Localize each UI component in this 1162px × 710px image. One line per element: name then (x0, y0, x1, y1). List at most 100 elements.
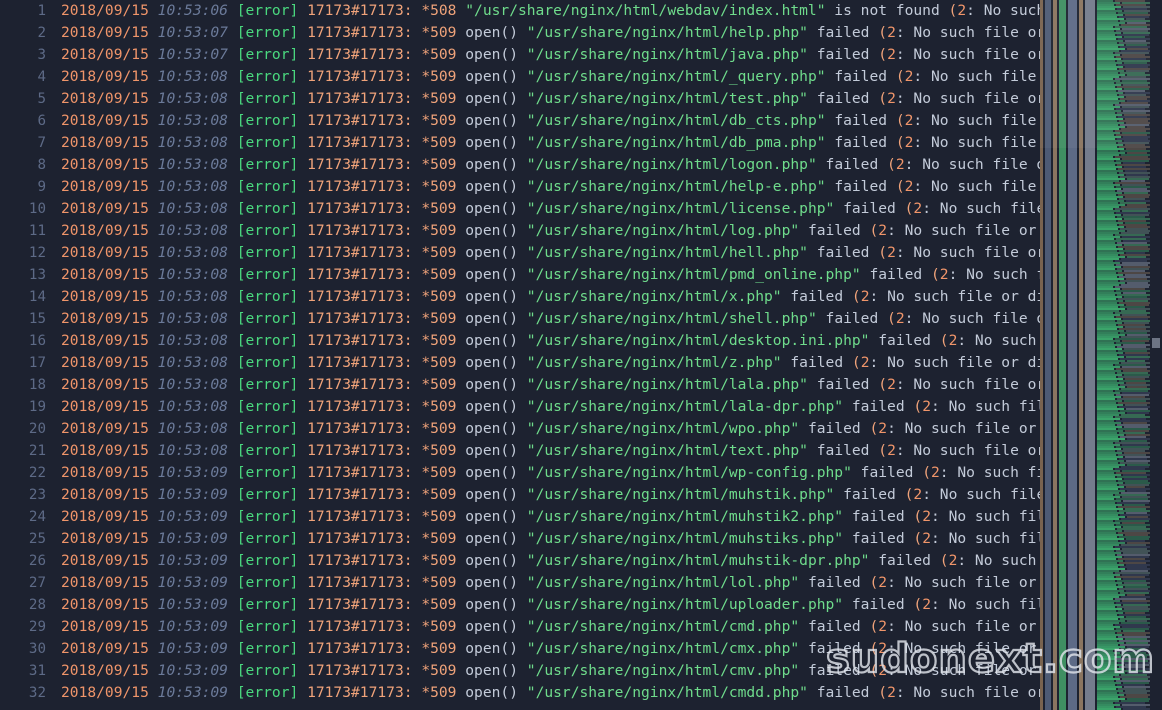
log-line[interactable]: 2 2018/09/15 10:53:07 [error] 17173#17173… (0, 22, 1040, 44)
line-number[interactable]: 5 (0, 88, 46, 110)
log-path: "/usr/share/nginx/html/lala-dpr.php" (526, 398, 844, 415)
line-number[interactable]: 7 (0, 132, 46, 154)
line-number[interactable]: 17 (0, 352, 46, 374)
log-line-text: 2018/09/15 10:53:09 [error] 17173#17173:… (46, 616, 1040, 638)
sp (228, 310, 237, 327)
log-line[interactable]: 3 2018/09/15 10:53:07 [error] 17173#17173… (0, 44, 1040, 66)
sp (518, 398, 527, 415)
log-line[interactable]: 7 2018/09/15 10:53:08 [error] 17173#17173… (0, 132, 1040, 154)
log-line[interactable]: 27 2018/09/15 10:53:09 [error] 17173#1717… (0, 572, 1040, 594)
log-line[interactable]: 11 2018/09/15 10:53:08 [error] 17173#1717… (0, 220, 1040, 242)
log-line[interactable]: 18 2018/09/15 10:53:08 [error] 17173#1717… (0, 374, 1040, 396)
log-line[interactable]: 25 2018/09/15 10:53:09 [error] 17173#1717… (0, 528, 1040, 550)
line-number[interactable]: 25 (0, 528, 46, 550)
line-number[interactable]: 18 (0, 374, 46, 396)
log-line[interactable]: 20 2018/09/15 10:53:08 [error] 17173#1717… (0, 418, 1040, 440)
line-number[interactable]: 27 (0, 572, 46, 594)
sp (228, 398, 237, 415)
log-time: 10:53:09 (157, 618, 228, 635)
log-line[interactable]: 10 2018/09/15 10:53:08 [error] 17173#1717… (0, 198, 1040, 220)
sp (843, 508, 852, 525)
log-pid: 17173#17173: (307, 420, 413, 437)
log-function: open() (465, 376, 518, 393)
log-line[interactable]: 1 2018/09/15 10:53:06 [error] 17173#17173… (0, 0, 1040, 22)
log-line[interactable]: 28 2018/09/15 10:53:09 [error] 17173#1717… (0, 594, 1040, 616)
line-number[interactable]: 22 (0, 462, 46, 484)
line-number[interactable]: 23 (0, 484, 46, 506)
log-tail-b: : No such file or directory) (869, 354, 1041, 371)
line-number[interactable]: 16 (0, 330, 46, 352)
line-number[interactable]: 21 (0, 440, 46, 462)
log-line[interactable]: 6 2018/09/15 10:53:08 [error] 17173#17173… (0, 110, 1040, 132)
log-line[interactable]: 22 2018/09/15 10:53:09 [error] 17173#1717… (0, 462, 1040, 484)
sp (518, 156, 527, 173)
log-line[interactable]: 13 2018/09/15 10:53:08 [error] 17173#1717… (0, 264, 1040, 286)
minimap-canvas[interactable] (1040, 0, 1150, 710)
log-line[interactable]: 15 2018/09/15 10:53:08 [error] 17173#1717… (0, 308, 1040, 330)
line-number[interactable]: 9 (0, 176, 46, 198)
log-line[interactable]: 21 2018/09/15 10:53:08 [error] 17173#1717… (0, 440, 1040, 462)
scrollbar-thumb[interactable] (1152, 338, 1160, 348)
log-tail-a: failed (825, 156, 888, 173)
line-number[interactable]: 11 (0, 220, 46, 242)
log-line-text: 2018/09/15 10:53:09 [error] 17173#17173:… (46, 572, 1040, 594)
log-line[interactable]: 26 2018/09/15 10:53:09 [error] 17173#1717… (0, 550, 1040, 572)
line-number[interactable]: 4 (0, 66, 46, 88)
line-number[interactable]: 10 (0, 198, 46, 220)
log-line[interactable]: 31 2018/09/15 10:53:09 [error] 17173#1717… (0, 660, 1040, 682)
sp (298, 618, 307, 635)
log-line[interactable]: 24 2018/09/15 10:53:09 [error] 17173#1717… (0, 506, 1040, 528)
line-number[interactable]: 15 (0, 308, 46, 330)
log-tail-a: failed (834, 68, 896, 85)
log-connection-id: *509 (421, 222, 457, 239)
line-number[interactable]: 26 (0, 550, 46, 572)
log-line[interactable]: 14 2018/09/15 10:53:08 [error] 17173#1717… (0, 286, 1040, 308)
log-level: [error] (236, 398, 299, 415)
log-line[interactable]: 32 2018/09/15 10:53:09 [error] 17173#1717… (0, 682, 1040, 704)
log-level: [error] (236, 200, 299, 217)
log-level: [error] (236, 640, 299, 657)
log-line[interactable]: 29 2018/09/15 10:53:09 [error] 17173#1717… (0, 616, 1040, 638)
log-tail-a: failed (816, 684, 879, 701)
line-number[interactable]: 31 (0, 660, 46, 682)
log-line[interactable]: 30 2018/09/15 10:53:09 [error] 17173#1717… (0, 638, 1040, 660)
line-number[interactable]: 32 (0, 682, 46, 704)
log-line[interactable]: 9 2018/09/15 10:53:08 [error] 17173#17173… (0, 176, 1040, 198)
log-line[interactable]: 23 2018/09/15 10:53:09 [error] 17173#1717… (0, 484, 1040, 506)
line-number[interactable]: 19 (0, 396, 46, 418)
line-number[interactable]: 14 (0, 286, 46, 308)
sp (413, 156, 422, 173)
log-line[interactable]: 17 2018/09/15 10:53:08 [error] 17173#1717… (0, 352, 1040, 374)
log-line[interactable]: 16 2018/09/15 10:53:08 [error] 17173#1717… (0, 330, 1040, 352)
line-number[interactable]: 12 (0, 242, 46, 264)
log-line[interactable]: 5 2018/09/15 10:53:08 [error] 17173#17173… (0, 88, 1040, 110)
line-number[interactable]: 6 (0, 110, 46, 132)
line-number[interactable]: 30 (0, 638, 46, 660)
line-number[interactable]: 24 (0, 506, 46, 528)
log-function: open() (465, 508, 518, 525)
line-number[interactable]: 28 (0, 594, 46, 616)
line-number[interactable]: 20 (0, 418, 46, 440)
log-pid: 17173#17173: (307, 24, 413, 41)
log-connection-id: *509 (421, 24, 457, 41)
line-number[interactable]: 3 (0, 44, 46, 66)
log-line[interactable]: 4 2018/09/15 10:53:08 [error] 17173#17173… (0, 66, 1040, 88)
line-number[interactable]: 2 (0, 22, 46, 44)
line-number[interactable]: 8 (0, 154, 46, 176)
line-number[interactable]: 13 (0, 264, 46, 286)
sp (149, 464, 158, 481)
line-number[interactable]: 1 (0, 0, 46, 22)
code-content-area[interactable]: 1 2018/09/15 10:53:06 [error] 17173#17173… (0, 0, 1040, 710)
log-tail-b: : No such file or directory) (931, 530, 1040, 547)
log-connection-id: *509 (421, 420, 457, 437)
log-line-text: 2018/09/15 10:53:07 [error] 17173#17173:… (46, 44, 1040, 66)
minimap[interactable] (1040, 0, 1162, 710)
log-paren: ( (913, 596, 923, 613)
sp (413, 244, 422, 261)
log-tail-b: : No such file or directory) (895, 24, 1040, 41)
line-number[interactable]: 29 (0, 616, 46, 638)
log-line[interactable]: 12 2018/09/15 10:53:08 [error] 17173#1717… (0, 242, 1040, 264)
log-line[interactable]: 8 2018/09/15 10:53:08 [error] 17173#17173… (0, 154, 1040, 176)
log-date: 2018/09/15 (61, 288, 149, 305)
log-line[interactable]: 19 2018/09/15 10:53:08 [error] 17173#1717… (0, 396, 1040, 418)
